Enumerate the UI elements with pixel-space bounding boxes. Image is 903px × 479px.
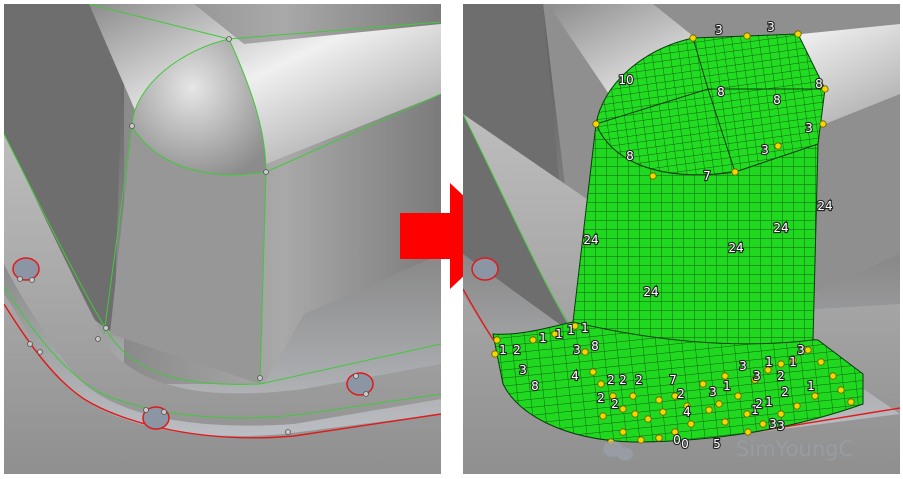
mesh-vertex [715, 400, 723, 408]
flange-edge-count: 1 [789, 355, 797, 369]
flange-edge-count: 1 [765, 355, 773, 369]
flange-edge-count: 4 [683, 405, 691, 419]
mesh-vertex [777, 410, 785, 418]
mesh-vertex [744, 428, 752, 436]
mesh-vertex [529, 336, 537, 344]
flange-edge-count: 2 [597, 391, 605, 405]
mesh-vertex [734, 392, 742, 400]
mesh-vertex [597, 380, 605, 388]
mesh-vertex [829, 372, 837, 380]
flange-edge-count: 3 [753, 369, 761, 383]
flange-edge-count: 1 [765, 395, 773, 409]
mesh-vertex [804, 346, 812, 354]
flange-edge-count: 0 [681, 437, 689, 451]
top-edge-count: 3 [767, 20, 775, 34]
wall-edge-count: 24 [817, 199, 832, 213]
mesh-vertex [819, 120, 827, 128]
flange-edge-count: 1 [807, 379, 815, 393]
flange-edge-count: 2 [777, 369, 785, 383]
flange-edge-count: 2 [513, 343, 521, 357]
flange-edge-count: 2 [619, 373, 627, 387]
mesh-vertex [619, 405, 627, 413]
flange-edge-count: 1 [555, 327, 563, 341]
mesh-vertex [794, 30, 802, 38]
hole-outline [471, 257, 499, 281]
wall-edge-count: 24 [643, 285, 658, 299]
mesh-vertex [637, 436, 645, 444]
flange-edge-count: 2 [635, 373, 643, 387]
top-edge-count: 8 [773, 93, 781, 107]
mesh-vertex [655, 396, 663, 404]
flange-edge-count: 3 [709, 385, 717, 399]
mesh-vertex [743, 410, 751, 418]
top-edge-count: 8 [717, 85, 725, 99]
flange-edge-count: 8 [531, 379, 539, 393]
flange-edge-count: 2 [607, 373, 615, 387]
mesh-vertex [491, 350, 499, 358]
mesh-vertex [629, 392, 637, 400]
flange-edge-count: 7 [669, 373, 677, 387]
flange-edge-count: 3 [769, 417, 777, 431]
wall-edge-count: 24 [583, 233, 598, 247]
watermark-text: SimYoungC [736, 437, 853, 461]
flange-edge-count: 3 [797, 343, 805, 357]
wall-edge-count: 24 [728, 241, 743, 255]
flange-edge-count: 1 [567, 323, 575, 337]
mesh-vertex [721, 418, 729, 426]
mesh-vertex [589, 368, 597, 376]
mesh-vertex [599, 412, 607, 420]
flange-edge-count: 8 [591, 339, 599, 353]
flange-edge-count: 0 [673, 433, 681, 447]
mesh-vertex [699, 380, 707, 388]
mesh-vertex [689, 34, 697, 42]
top-edge-count: 8 [626, 149, 634, 163]
mesh-vertex [649, 172, 657, 180]
mesh-vertex [811, 392, 819, 400]
mesh-vertex [581, 348, 589, 356]
top-edge-count: 10 [618, 73, 633, 87]
mesh-vertex [655, 434, 663, 442]
top-edge-count: 7 [703, 169, 711, 183]
flange-edge-count: 3 [573, 343, 581, 357]
geometry-canvas [4, 4, 441, 474]
mesh-viewport[interactable]: 3 3 10 8 8 8 3 3 8 7 24 24 24 24 24 1 2 1 1 1 1 3 8 3 8 4 2 2 2 2 2 7 2 3… [463, 4, 900, 474]
mesh-vertex [659, 408, 667, 416]
mesh-vertex [592, 120, 600, 128]
flange-edge-count: 2 [611, 397, 619, 411]
mesh-vertex [774, 142, 782, 150]
mesh-vertex [759, 420, 767, 428]
mesh-vertex [644, 415, 652, 423]
mesh-vertex [847, 398, 855, 406]
top-edge-count: 3 [761, 143, 769, 157]
top-edge-count: 3 [715, 23, 723, 37]
flange-edge-count: 5 [713, 437, 721, 451]
mesh-vertex [793, 402, 801, 410]
flange-edge-count: 2 [755, 397, 763, 411]
mesh-vertex [837, 386, 845, 394]
mesh-vertex [817, 358, 825, 366]
mesh-vertex [619, 428, 627, 436]
mesh-vertex [777, 360, 785, 368]
mesh-vertex [743, 32, 751, 40]
flange-edge-count: 1 [723, 379, 731, 393]
flange-edge-count: 1 [499, 343, 507, 357]
flange-edge-count: 3 [739, 359, 747, 373]
flange-edge-count: 4 [571, 369, 579, 383]
top-edge-count: 8 [815, 77, 823, 91]
flange-edge-count: 1 [581, 321, 589, 335]
flange-edge-count: 2 [677, 387, 685, 401]
top-edge-count: 3 [805, 121, 813, 135]
geometry-viewport[interactable] [4, 4, 441, 474]
mesh-vertex [731, 168, 739, 176]
flange-edge-count: 2 [781, 385, 789, 399]
mesh-vertex [631, 410, 639, 418]
flange-edge-count: 3 [519, 363, 527, 377]
mesh-canvas: 3 310888338724242424241 21 1 1 13 8384 2 2 22 272 3… [463, 4, 900, 474]
mesh-vertex [705, 406, 713, 414]
wall-edge-count: 24 [773, 221, 788, 235]
flange-edge-count: 1 [539, 331, 547, 345]
flange-edge-count: 3 [777, 419, 785, 433]
mesh-vertex [687, 420, 695, 428]
